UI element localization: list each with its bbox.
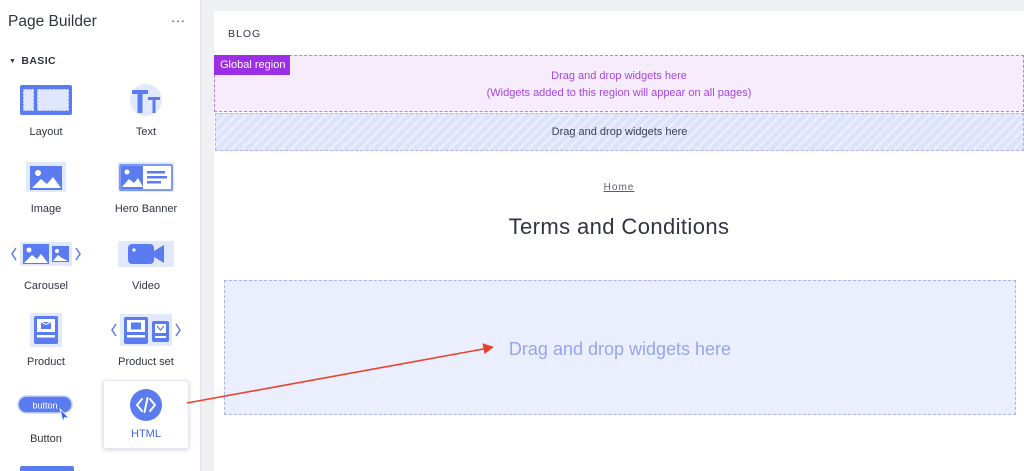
- widget-html[interactable]: HTML: [103, 380, 189, 449]
- widget-video[interactable]: Video: [103, 232, 189, 302]
- global-region-dropzone[interactable]: Global region Drag and drop widgets here…: [214, 55, 1024, 112]
- product-icon: [3, 312, 89, 348]
- widget-layout[interactable]: Layout: [3, 78, 89, 148]
- widget-label: HTML: [131, 428, 161, 440]
- global-region-line1: Drag and drop widgets here: [551, 70, 687, 82]
- html-code-icon: [104, 387, 188, 423]
- page-canvas: BLOG Global region Drag and drop widgets…: [214, 11, 1024, 471]
- widget-product[interactable]: Product: [3, 308, 89, 378]
- page-title: Terms and Conditions: [508, 214, 730, 239]
- breadcrumb: Home: [214, 182, 1024, 193]
- widget-product-set[interactable]: Product set: [103, 308, 189, 378]
- blog-header-link[interactable]: BLOG: [228, 28, 261, 40]
- button-icon: button: [3, 391, 89, 427]
- widget-label: Product: [27, 356, 65, 368]
- sidebar-title: Page Builder: [8, 13, 97, 30]
- widget-label: Button: [30, 433, 62, 445]
- product-set-icon: [103, 312, 189, 348]
- section-basic[interactable]: ▼ BASIC: [9, 55, 56, 67]
- text-icon: [103, 82, 189, 118]
- widget-text[interactable]: Text: [103, 78, 189, 148]
- more-options-icon[interactable]: ···: [171, 13, 186, 28]
- carousel-icon: [3, 236, 89, 272]
- widget-button[interactable]: button Button: [3, 385, 89, 455]
- global-region-line2: (Widgets added to this region will appea…: [486, 87, 752, 99]
- content-dropzone[interactable]: Drag and drop widgets here: [224, 280, 1016, 415]
- breadcrumb-home-link[interactable]: Home: [604, 182, 635, 193]
- widget-image[interactable]: Image: [3, 155, 89, 225]
- widget-label: Product set: [118, 356, 174, 368]
- video-icon: [103, 236, 189, 272]
- button-icon-text: button: [32, 401, 57, 411]
- widget-label: Hero Banner: [114, 203, 178, 215]
- global-region-text: Drag and drop widgets here (Widgets adde…: [215, 68, 1023, 102]
- content-dropzone-text: Drag and drop widgets here: [508, 339, 732, 359]
- image-icon: [3, 159, 89, 195]
- widget-label: Image: [30, 203, 62, 215]
- layout-icon: [3, 82, 89, 118]
- section-label: BASIC: [21, 55, 57, 67]
- widget-label: Text: [135, 126, 157, 138]
- widget-label: Layout: [29, 126, 63, 138]
- page-builder-sidebar: Page Builder ··· ▼ BASIC Layout Text Ima…: [0, 0, 201, 471]
- widget-label: Video: [132, 280, 160, 292]
- hero-banner-icon: [103, 159, 189, 195]
- widget-hero-banner[interactable]: Hero Banner: [103, 155, 189, 225]
- page-region-dropzone[interactable]: Drag and drop widgets here: [215, 113, 1024, 151]
- region-dropzone-text: Drag and drop widgets here: [551, 126, 688, 138]
- caret-down-icon: ▼: [9, 58, 17, 65]
- widget-label: Carousel: [23, 280, 69, 292]
- widget-carousel[interactable]: Carousel: [3, 232, 89, 302]
- widget-partial-next: [20, 466, 74, 471]
